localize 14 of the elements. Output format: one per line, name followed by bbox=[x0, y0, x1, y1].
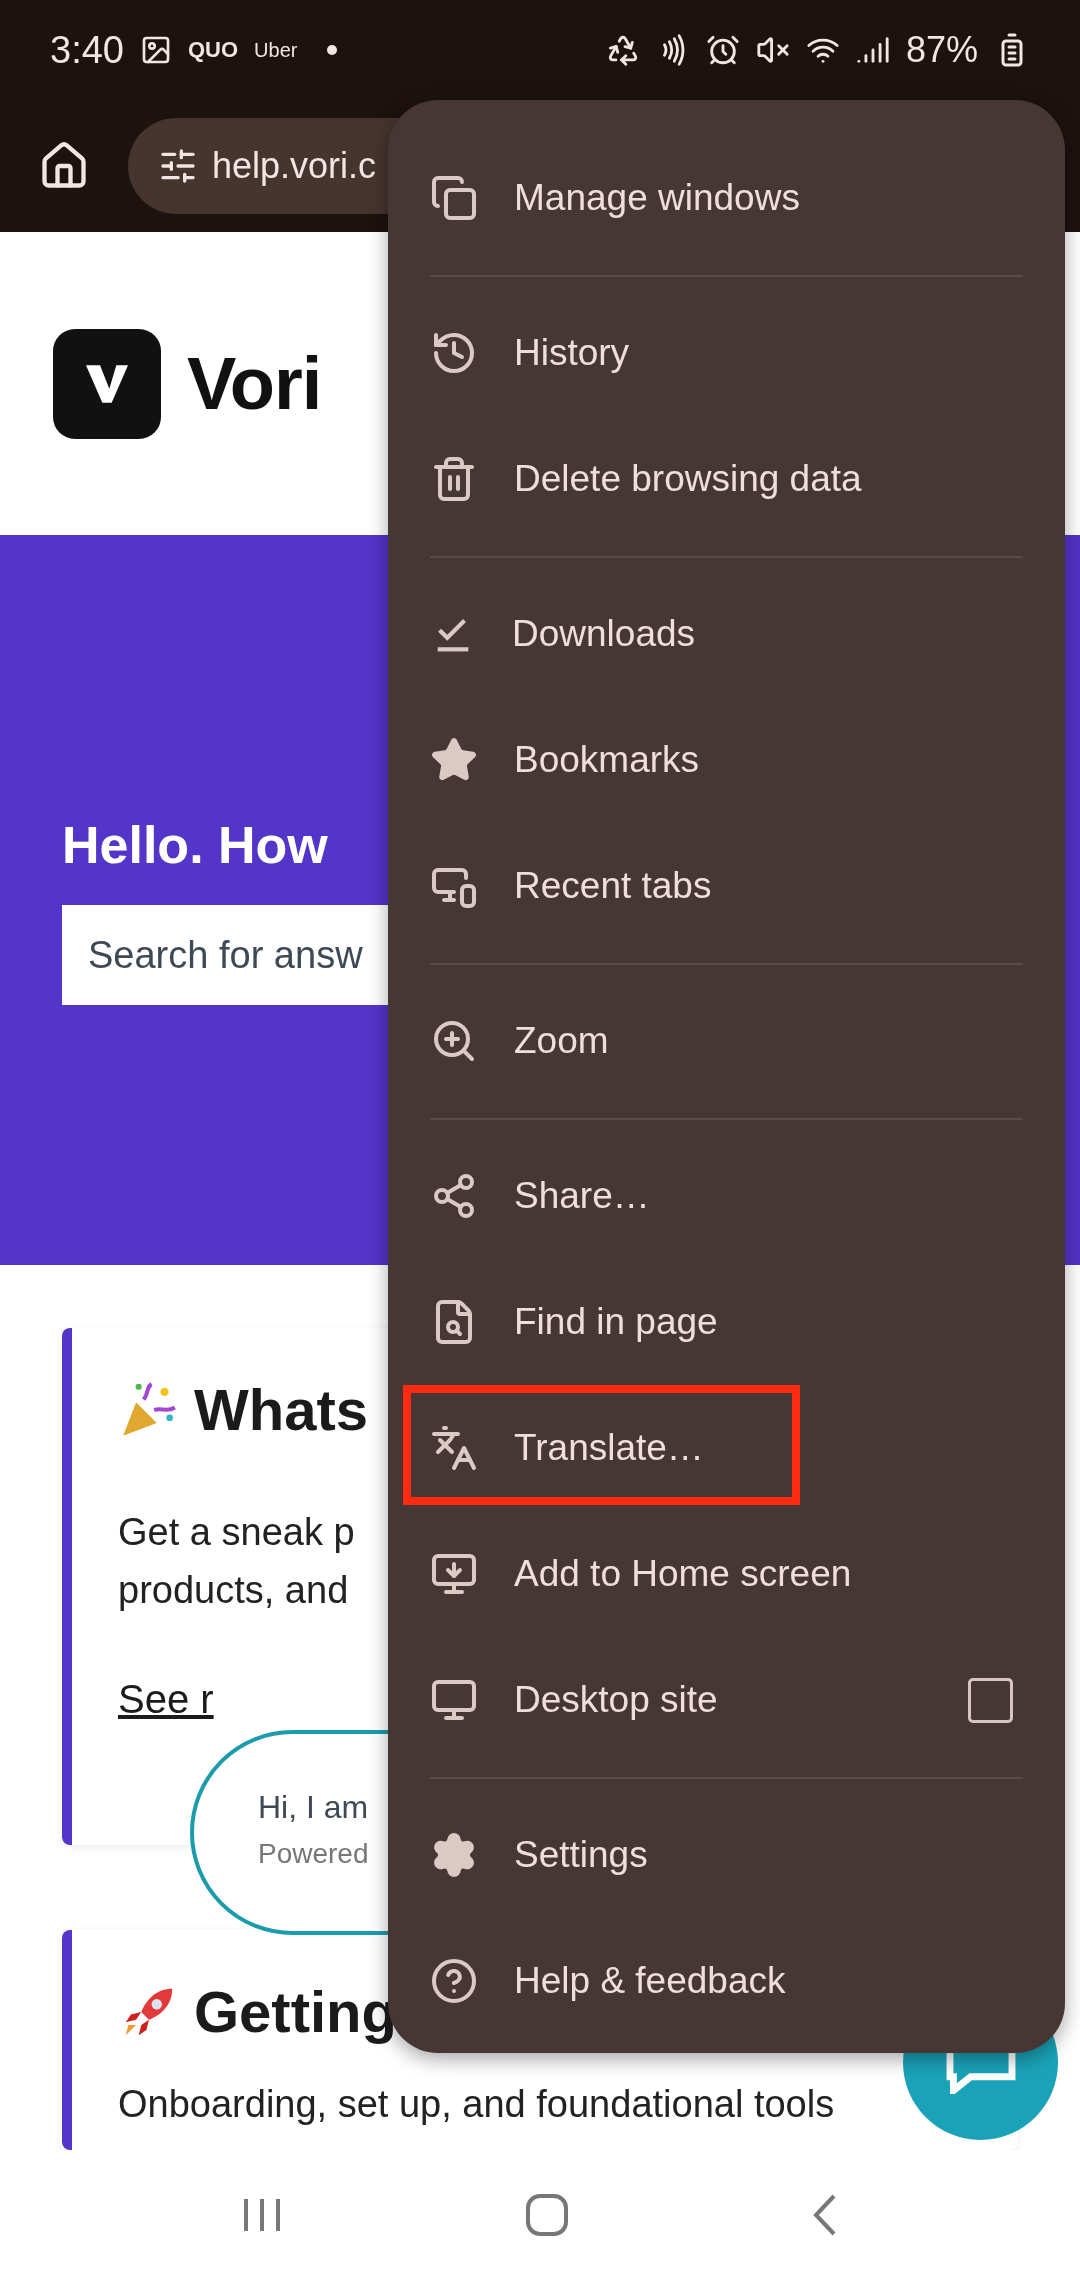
chat-powered-text: Powered bbox=[258, 1838, 369, 1870]
url-text: help.vori.c bbox=[212, 145, 377, 187]
hero-title: Hello. How bbox=[62, 815, 329, 875]
card-title: Whats bbox=[194, 1376, 368, 1443]
logo-text: Vori bbox=[187, 341, 322, 426]
card-text: Onboarding, set up, and foundational tools bbox=[118, 2082, 835, 2127]
battery-percent: 87% bbox=[905, 29, 978, 71]
status-time: 3:40 bbox=[50, 28, 124, 72]
notification-app-label: Uber bbox=[254, 38, 298, 62]
notification-app-label: QUO bbox=[187, 37, 239, 63]
card-text: Get a sneak p bbox=[118, 1510, 355, 1555]
card-title: Getting bbox=[194, 1978, 397, 2045]
chat-greeting: Hi, I am bbox=[258, 1789, 369, 1826]
card-text: products, and bbox=[118, 1568, 349, 1613]
